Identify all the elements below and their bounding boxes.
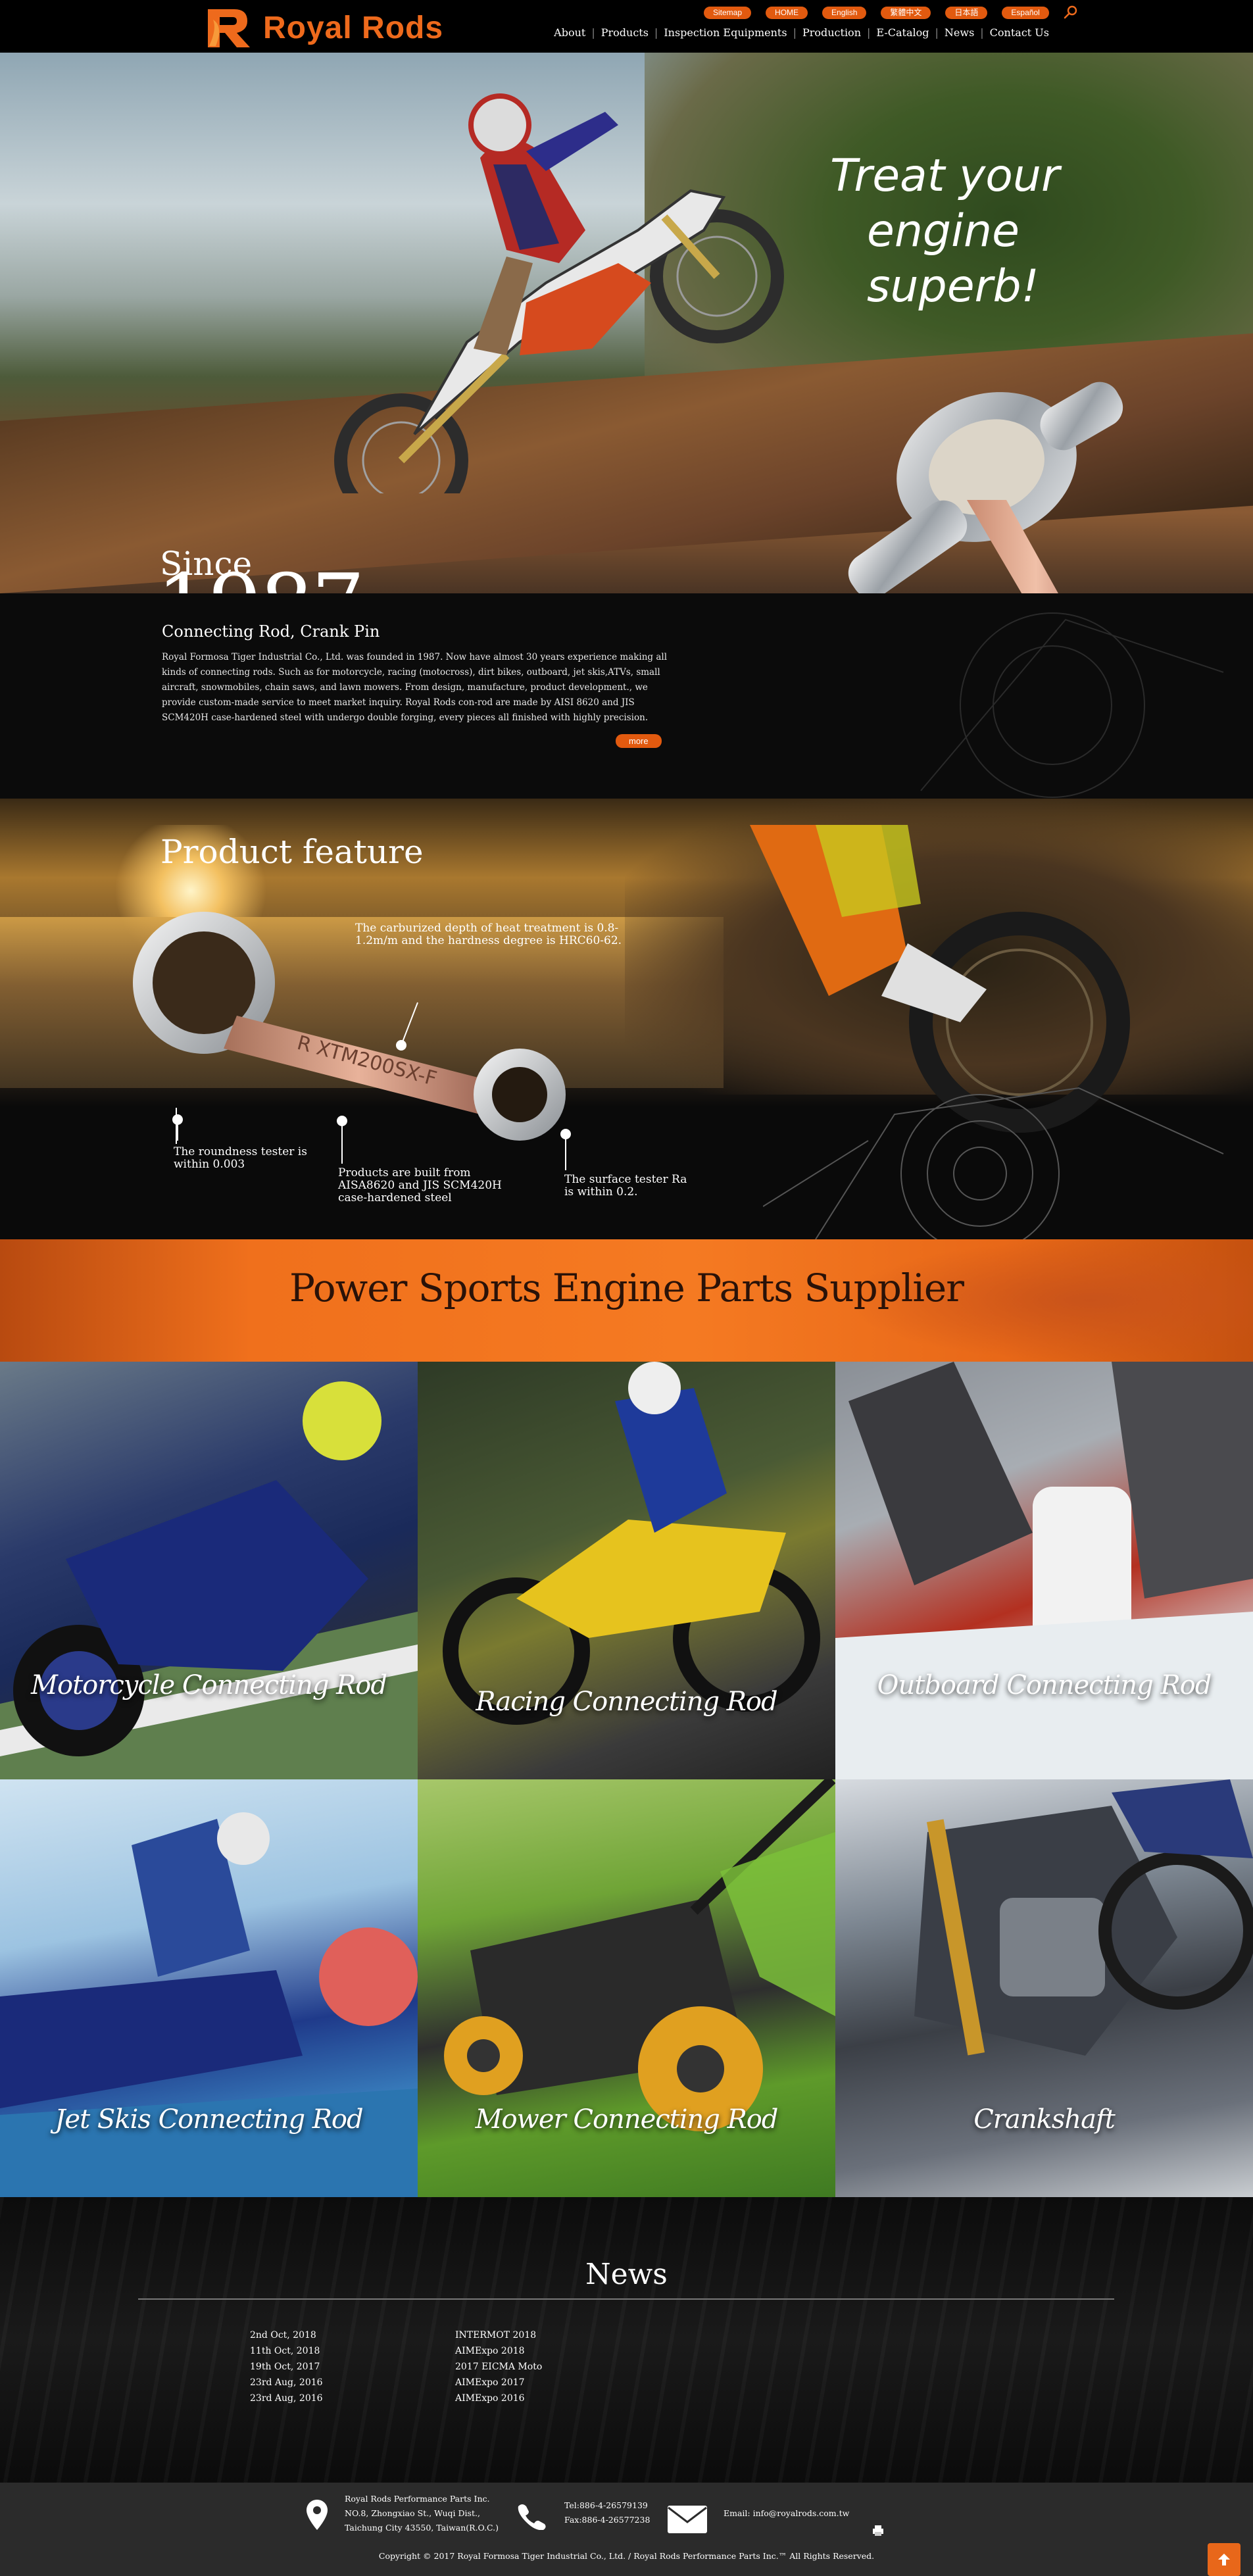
engine-sketch-decoration	[920, 612, 1224, 798]
footer-address: Royal Rods Performance Parts Inc. NO.8, …	[345, 2492, 499, 2535]
news-headline[interactable]: AIMExpo 2017	[455, 2375, 525, 2390]
news-headline[interactable]: AIMExpo 2016	[455, 2390, 525, 2406]
home-link[interactable]: HOME	[766, 6, 808, 19]
news-item[interactable]: 11th Oct, 2018 AIMExpo 2018	[250, 2343, 542, 2359]
arrow-up-icon	[1218, 2554, 1230, 2565]
product-tile-outboard[interactable]: Outboard Connecting Rod	[835, 1362, 1253, 1779]
crankshaft-hero-image	[848, 382, 1123, 593]
founding-year: 1987	[157, 563, 365, 594]
nav-inspection-equipments[interactable]: Inspection Equipments	[664, 26, 787, 39]
news-item[interactable]: 23rd Aug, 2016 AIMExpo 2016	[250, 2390, 542, 2406]
nav-e-catalog[interactable]: E-Catalog	[876, 26, 929, 39]
news-date: 2nd Oct, 2018	[250, 2330, 316, 2341]
product-label: Mower Connecting Rod	[475, 2104, 779, 2135]
product-label: Racing Connecting Rod	[476, 1687, 777, 1717]
nav-divider: |	[654, 26, 658, 39]
footer-phone: Tel:886-4-26579139 Fax:886-4-26577238	[564, 2498, 650, 2527]
product-label: Crankshaft	[973, 2104, 1116, 2135]
feature-title: Product feature	[160, 833, 424, 871]
news-date: 23rd Aug, 2016	[250, 2393, 323, 2404]
product-tile-crankshaft[interactable]: Crankshaft	[835, 1779, 1253, 2197]
envelope-icon	[668, 2506, 707, 2533]
intro-title: Connecting Rod, Crank Pin	[162, 622, 380, 641]
main-nav: About | Products | Inspection Equipments | …	[554, 26, 1049, 39]
news-section: News 2nd Oct, 2018 INTERMOT 2018 11th Oc…	[0, 2197, 1253, 2483]
news-item[interactable]: 2nd Oct, 2018 INTERMOT 2018	[250, 2327, 542, 2343]
news-list: 2nd Oct, 2018 INTERMOT 2018 11th Oct, 20…	[250, 2327, 542, 2406]
news-bg-texture	[0, 2197, 1253, 2483]
outboard-boat-image	[835, 1362, 1253, 1779]
hero-slogan: Treat your engine superb!	[830, 149, 1198, 314]
product-label: Motorcycle Connecting Rod	[31, 1670, 387, 1700]
intro-text: Royal Formosa Tiger Industrial Co., Ltd.…	[162, 652, 668, 723]
english-link[interactable]: English	[822, 6, 867, 19]
royal-rods-logo-mark	[208, 9, 250, 47]
news-item[interactable]: 23rd Aug, 2016 AIMExpo 2017	[250, 2375, 542, 2390]
footer-email[interactable]: Email: info@royalrods.com.tw	[724, 2506, 849, 2521]
feature-note-roundness: The roundness tester is within 0.003	[174, 1145, 307, 1171]
product-feature-section: Product feature R XTM200SX-F The carburi…	[0, 799, 1253, 1239]
nav-divider: |	[793, 26, 797, 39]
spanish-link[interactable]: Español	[1002, 6, 1049, 19]
motocross-rider-image	[334, 93, 784, 493]
news-headline[interactable]: INTERMOT 2018	[455, 2327, 536, 2343]
logo[interactable]: Royal Rods	[204, 7, 443, 49]
supplier-banner: Power Sports Engine Parts Supplier	[0, 1239, 1253, 1362]
product-tile-mower[interactable]: Mower Connecting Rod	[418, 1779, 835, 2197]
nav-contact-us[interactable]: Contact Us	[990, 26, 1049, 39]
news-title: News	[585, 2258, 668, 2291]
news-headline[interactable]: 2017 EICMA Moto	[455, 2359, 542, 2375]
nav-divider: |	[591, 26, 595, 39]
product-tile-motorcycle[interactable]: Motorcycle Connecting Rod	[0, 1362, 418, 1779]
slogan-line-2: engine superb!	[867, 205, 1039, 312]
top-links: Sitemap HOME English 繁體中文 日本語 Español	[704, 5, 1078, 20]
nav-news[interactable]: News	[945, 26, 974, 39]
supplier-title: Power Sports Engine Parts Supplier	[289, 1266, 964, 1310]
news-divider	[138, 2298, 1114, 2300]
nav-divider: |	[980, 26, 984, 39]
nav-about[interactable]: About	[554, 26, 585, 39]
product-label: Outboard Connecting Rod	[877, 1670, 1212, 1700]
product-tile-jet-ski[interactable]: Jet Skis Connecting Rod	[0, 1779, 418, 2197]
product-tile-racing[interactable]: Racing Connecting Rod	[418, 1362, 835, 1779]
feature-note-material: Products are built from AISA8620 and JIS…	[338, 1166, 502, 1204]
nav-divider: |	[935, 26, 939, 39]
nav-products[interactable]: Products	[601, 26, 649, 39]
news-date: 11th Oct, 2018	[250, 2346, 320, 2356]
location-pin-icon	[307, 2500, 328, 2530]
news-headline[interactable]: AIMExpo 2018	[455, 2343, 525, 2359]
footer-tel: Tel:886-4-26579139	[564, 2500, 648, 2510]
japanese-link[interactable]: 日本語	[945, 6, 988, 19]
print-icon[interactable]	[872, 2525, 884, 2537]
footer-company: Royal Rods Performance Parts Inc.	[345, 2494, 490, 2504]
intro-more-button[interactable]: more	[616, 734, 662, 748]
product-label: Jet Skis Connecting Rod	[55, 2104, 363, 2135]
traditional-chinese-link[interactable]: 繁體中文	[881, 6, 931, 19]
nav-divider: |	[867, 26, 871, 39]
motorcycle-racer-image	[0, 1381, 418, 1779]
footer-address-line-1: NO.8, Zhongxiao St., Wuqi Dist.,	[345, 2508, 480, 2518]
news-date: 23rd Aug, 2016	[250, 2377, 323, 2388]
slogan-line-1: Treat your	[830, 150, 1060, 202]
feature-note-heat-treatment: The carburized depth of heat treatment i…	[355, 922, 622, 947]
sitemap-link[interactable]: Sitemap	[704, 6, 752, 19]
feature-note-surface: The surface tester Ra is within 0.2.	[564, 1173, 687, 1199]
nav-production[interactable]: Production	[802, 26, 861, 39]
footer-copyright: Copyright © 2017 Royal Formosa Tiger Ind…	[378, 2551, 875, 2561]
site-footer: Royal Rods Performance Parts Inc. NO.8, …	[0, 2483, 1253, 2576]
news-date: 19th Oct, 2017	[250, 2362, 320, 2372]
news-item[interactable]: 19th Oct, 2017 2017 EICMA Moto	[250, 2359, 542, 2375]
footer-fax: Fax:886-4-26577238	[564, 2515, 651, 2525]
phone-icon	[518, 2504, 546, 2530]
engine-line-drawing	[763, 1087, 1224, 1239]
intro-section: Connecting Rod, Crank Pin Royal Formosa …	[0, 593, 1253, 799]
hero-banner: Treat your engine superb! Since 1987	[0, 53, 1253, 593]
more-label: more	[616, 734, 662, 748]
back-to-top-button[interactable]	[1208, 2543, 1241, 2576]
product-categories-grid: Motorcycle Connecting Rod Racing Connect…	[0, 1362, 1253, 2197]
site-header: Royal Rods Sitemap HOME English 繁體中文 日本語…	[0, 0, 1253, 53]
footer-address-line-2: Taichung City 43550, Taiwan(R.O.C.)	[345, 2523, 499, 2533]
brand-name: Royal Rods	[263, 10, 444, 45]
search-icon[interactable]	[1064, 5, 1078, 20]
